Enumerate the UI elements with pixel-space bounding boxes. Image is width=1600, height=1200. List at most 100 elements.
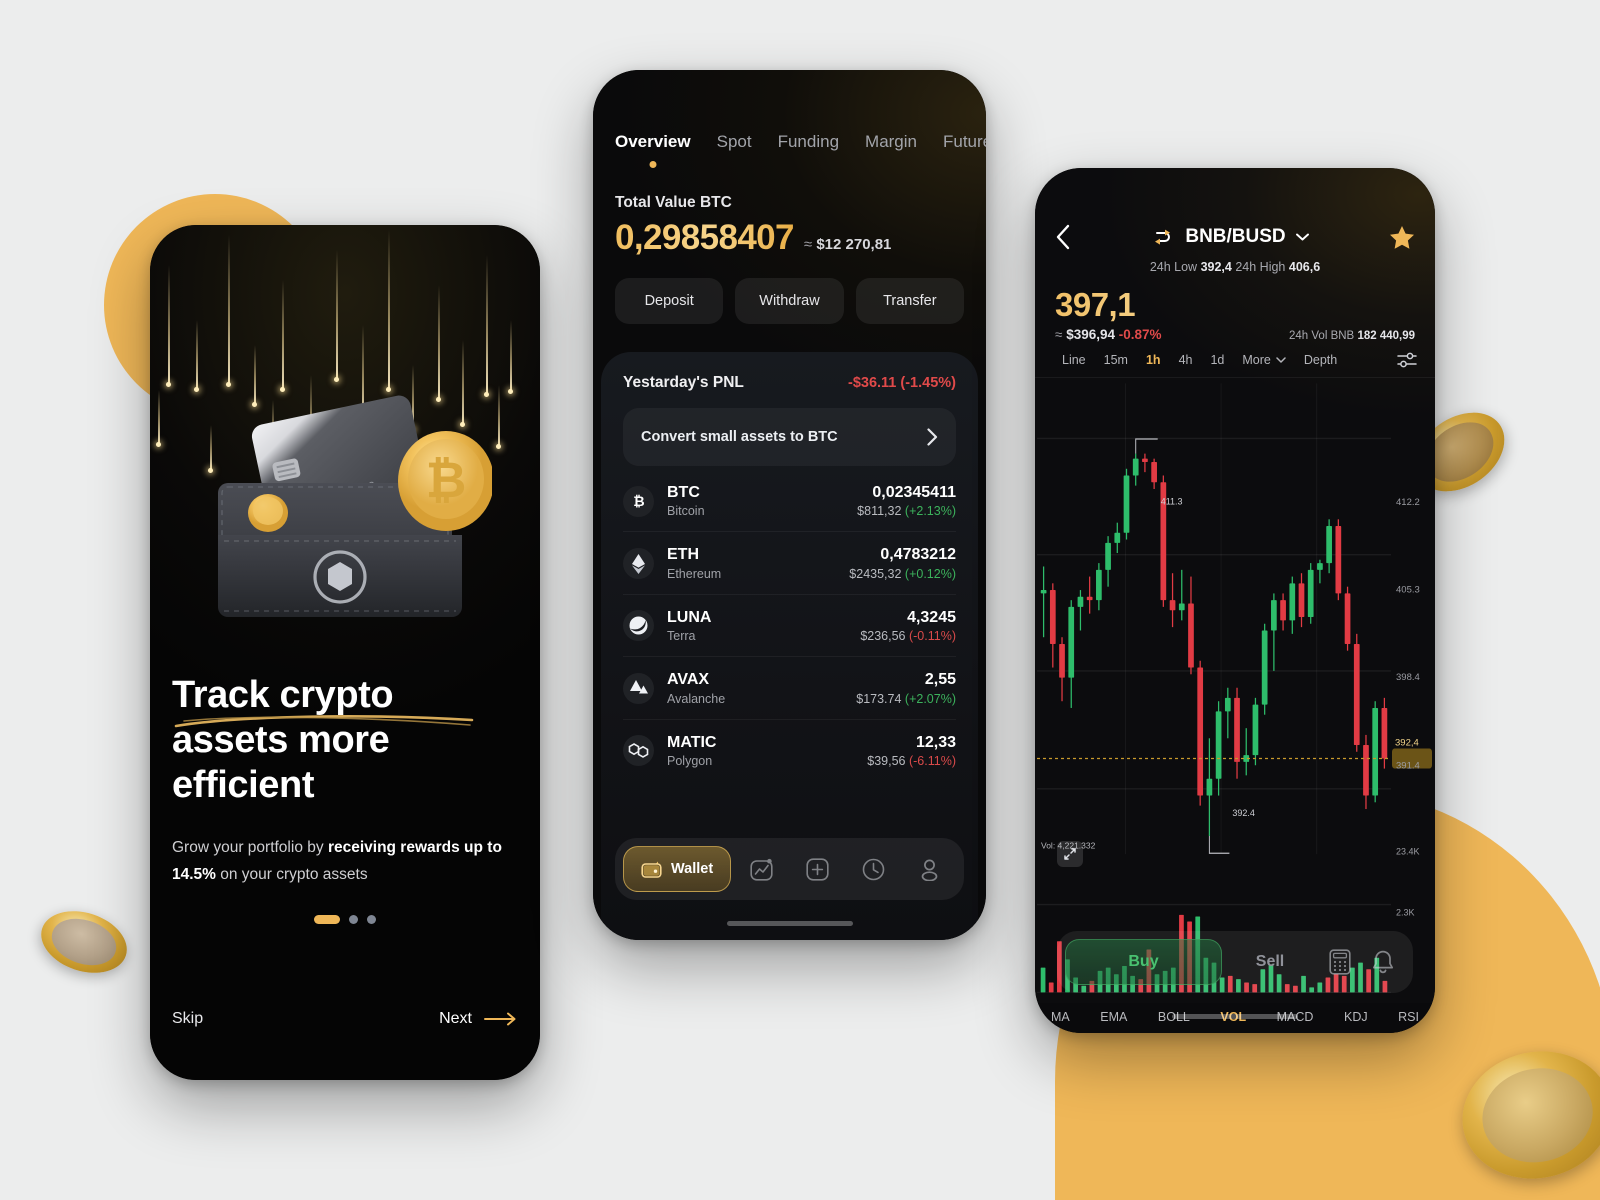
sliders-icon[interactable] [1397, 352, 1417, 368]
timeframe-bar: Line 15m 1h 4h 1d More Depth [1035, 342, 1435, 378]
chart-canvas[interactable] [1035, 378, 1435, 1003]
table-row[interactable]: LUNA Terra 4,3245 $236,56 (-0.11%) [623, 595, 956, 658]
pair-selector[interactable]: BNB/BUSD [1151, 226, 1309, 248]
light-streak [496, 385, 501, 449]
bell-icon [1373, 950, 1394, 973]
phone-trading-screen: BNB/BUSD 24h Low 392,4 24h High 406,6 39… [1035, 168, 1435, 1033]
light-streak [280, 280, 285, 392]
trade-action-bar: Buy Sell [1057, 931, 1413, 993]
bottom-navigation-bar: Wallet [615, 838, 964, 900]
table-row[interactable]: MATIC Polygon 12,33 $39,56 (-6.11%) [623, 720, 956, 781]
home-indicator [1172, 1014, 1298, 1019]
deposit-button[interactable]: Deposit [615, 278, 724, 324]
chevron-down-icon [1276, 357, 1286, 363]
candlestick-chart[interactable]: 412.2 405.3 398.4 391.4 411.3 392.4 392,4 Vol: … [1035, 378, 1435, 1003]
vol-value: 182 440,99 [1357, 330, 1415, 342]
svg-text:₿: ₿ [633, 493, 644, 509]
tab-margin[interactable]: Margin [865, 132, 917, 152]
timeframe-more[interactable]: More [1233, 353, 1294, 367]
expand-arrows-icon [1064, 848, 1076, 860]
asset-symbol: ETH [667, 546, 699, 564]
light-streak [166, 265, 171, 387]
table-row[interactable]: ₿ BTC Bitcoin 0,02345411 $811,32 (+2.13%… [623, 470, 956, 533]
low-label: 24h Low [1149, 260, 1198, 274]
indicator-ema[interactable]: EMA [1100, 1010, 1127, 1024]
phone-onboarding-screen: 05 600 ₿ [150, 225, 540, 1080]
nav-item-history[interactable] [848, 858, 900, 881]
timeframe-1d[interactable]: 1d [1201, 353, 1233, 367]
hero-wallet-illustration: 05 600 ₿ [202, 385, 494, 635]
tab-futures[interactable]: Futures [943, 132, 986, 152]
price-alert-button[interactable] [1362, 950, 1406, 975]
transfer-button[interactable]: Transfer [855, 278, 964, 324]
chevron-left-icon[interactable] [1055, 224, 1071, 250]
nav-item-wallet-label: Wallet [671, 861, 714, 877]
asset-fiat-value: $39,56 [867, 753, 906, 768]
phone-wallet-screen: Overview Spot Funding Margin Futures Tot… [593, 70, 986, 940]
bitcoin-icon: ₿ [623, 485, 654, 517]
pagination-dot-1[interactable] [314, 915, 340, 924]
timeframe-depth[interactable]: Depth [1295, 353, 1346, 367]
light-streak [226, 235, 231, 387]
high-value: 406,6 [1288, 260, 1321, 274]
nav-item-profile[interactable] [904, 858, 956, 881]
asset-fiat-value: $2435,32 [849, 566, 902, 581]
approx-symbol: ≈ [1055, 327, 1063, 342]
asset-fiat-value: $236,56 [860, 629, 906, 644]
indicator-rsi[interactable]: RSI [1398, 1010, 1419, 1024]
terra-icon [623, 610, 654, 642]
title-line-3: efficient [172, 763, 315, 806]
price-fiat: $396,94 [1066, 327, 1115, 342]
sell-button[interactable]: Sell [1222, 953, 1318, 971]
timeframe-line[interactable]: Line [1053, 353, 1095, 367]
nav-item-add[interactable] [791, 857, 843, 881]
timeframe-4h[interactable]: 4h [1170, 353, 1202, 367]
asset-name: Avalanche [667, 691, 726, 706]
asset-change: (+2.13%) [904, 504, 956, 519]
asset-name: Bitcoin [667, 504, 705, 519]
convert-label: Convert small assets to BTC [641, 429, 838, 445]
plus-square-icon [806, 857, 829, 881]
expand-chart-button[interactable] [1057, 841, 1083, 867]
asset-fiat: $2435,32 (+0.12%) [849, 567, 956, 581]
arrow-right-icon [484, 1012, 516, 1026]
wallet-header: Overview Spot Funding Margin Futures Tot… [593, 70, 986, 324]
tab-funding[interactable]: Funding [778, 132, 839, 152]
onboarding-pagination[interactable] [150, 915, 540, 924]
table-row[interactable]: ETH Ethereum 0,4783212 $2435,32 (+0.12%) [623, 532, 956, 595]
asset-change: (+0.12%) [904, 566, 956, 581]
title-line-1: Track crypto [172, 674, 394, 716]
chevron-right-icon [927, 428, 938, 446]
next-button-label: Next [439, 1010, 472, 1027]
last-price: 397,1 [1055, 286, 1415, 324]
nav-item-markets[interactable] [735, 858, 787, 881]
skip-button[interactable]: Skip [172, 1010, 203, 1028]
pagination-dot-3[interactable] [367, 915, 376, 924]
pagination-dot-2[interactable] [349, 915, 358, 924]
timeframe-15m[interactable]: 15m [1095, 353, 1137, 367]
timeframe-more-label: More [1242, 353, 1271, 367]
timeframe-1h[interactable]: 1h [1137, 353, 1170, 367]
nav-item-wallet[interactable]: Wallet [623, 846, 732, 892]
tab-overview[interactable]: Overview [615, 132, 691, 152]
convert-small-assets-button[interactable]: Convert small assets to BTC [623, 408, 956, 466]
light-streak [156, 390, 161, 447]
indicator-kdj[interactable]: KDJ [1344, 1010, 1368, 1024]
star-filled-icon[interactable] [1389, 225, 1415, 250]
indicator-ma[interactable]: MA [1051, 1010, 1070, 1024]
next-button[interactable]: Next [439, 1010, 518, 1028]
page-title: Track crypto assets more efficient [172, 673, 518, 807]
decorative-gold-coin-bottom-right [1450, 1037, 1600, 1193]
asset-list: ₿ BTC Bitcoin 0,02345411 $811,32 (+2.13%… [623, 470, 956, 781]
tab-spot[interactable]: Spot [717, 132, 752, 152]
wallet-icon [641, 861, 662, 878]
calculator-button[interactable] [1318, 949, 1362, 975]
asset-amount: 0,4783212 [880, 546, 956, 564]
table-row[interactable]: AVAX Avalanche 2,55 $173.74 (+2.07%) [623, 657, 956, 720]
asset-symbol: MATIC [667, 733, 717, 751]
asset-symbol: LUNA [667, 608, 712, 626]
buy-button[interactable]: Buy [1065, 939, 1222, 985]
withdraw-button[interactable]: Withdraw [735, 278, 844, 324]
wallet-tabs[interactable]: Overview Spot Funding Margin Futures [615, 132, 986, 152]
day-range: 24h Low 392,4 24h High 406,6 [1055, 260, 1415, 274]
